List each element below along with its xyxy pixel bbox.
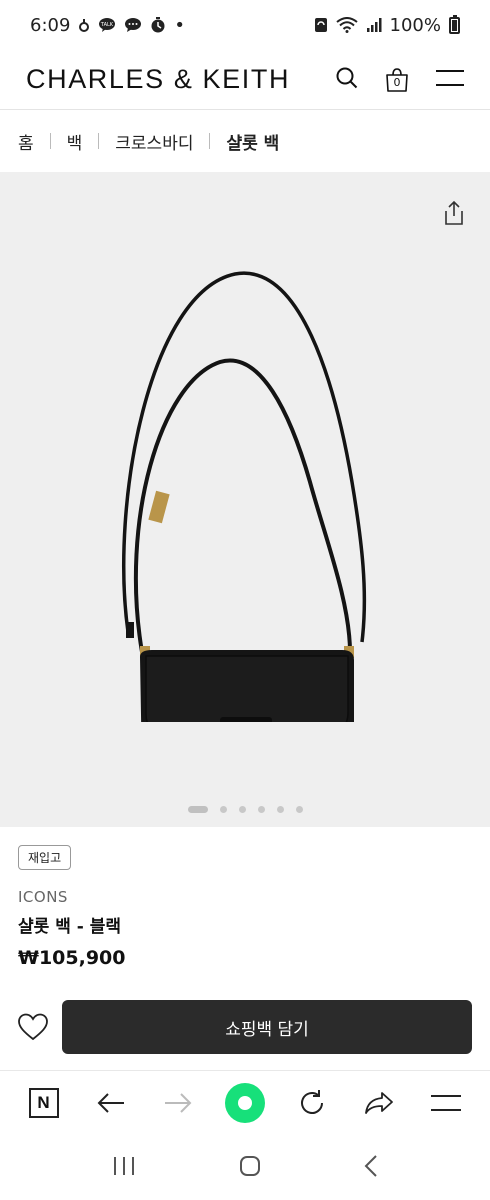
breadcrumb-current: 샬롯 백 <box>226 133 280 154</box>
breadcrumb: 홈 백 크로스바디 샬롯 백 <box>0 112 490 170</box>
gallery-dot[interactable] <box>219 806 227 813</box>
add-to-cart-button[interactable]: 쇼핑백 담기 <box>62 1000 472 1054</box>
heart-icon[interactable] <box>18 1012 48 1042</box>
menu-icon[interactable] <box>436 69 464 91</box>
timer-icon <box>150 17 166 33</box>
product-price: ₩105,900 <box>18 947 126 969</box>
menu-icon[interactable] <box>424 1081 468 1125</box>
cart-count: 0 <box>393 75 401 89</box>
gallery-dot-active[interactable] <box>187 806 208 813</box>
wifi-icon <box>335 17 358 33</box>
header-actions: 0 <box>336 67 464 93</box>
browser-toolbar: N <box>0 1070 490 1134</box>
status-right: 100% <box>314 14 460 36</box>
gallery-dot[interactable] <box>257 806 265 813</box>
battery-icon <box>449 14 460 34</box>
recents-icon[interactable] <box>112 1156 136 1180</box>
status-left: 6:09 TALK • <box>30 15 185 36</box>
product-image <box>122 271 367 722</box>
back-arrow-icon[interactable] <box>89 1081 133 1125</box>
reload-icon[interactable] <box>290 1081 334 1125</box>
breadcrumb-bags[interactable]: 백 <box>67 129 83 154</box>
breadcrumb-separator <box>49 133 51 149</box>
green-dot-icon[interactable] <box>223 1081 267 1125</box>
talk-icon: TALK <box>98 17 116 33</box>
share-arrow-icon[interactable] <box>357 1081 401 1125</box>
forward-arrow-icon[interactable] <box>156 1081 200 1125</box>
gallery-pagination <box>0 806 490 813</box>
status-time: 6:09 <box>30 14 71 36</box>
signal-icon <box>366 17 382 33</box>
brand-logo[interactable]: CHARLES & KEITH <box>26 64 290 95</box>
back-icon[interactable] <box>364 1155 378 1181</box>
status-dot: • <box>174 14 186 36</box>
naver-n-icon[interactable]: N <box>22 1081 66 1125</box>
green-home-button <box>224 1082 265 1123</box>
breadcrumb-crossbody[interactable]: 크로스바디 <box>115 129 193 154</box>
notification-icon <box>78 17 90 33</box>
product-collection: ICONS <box>18 888 68 906</box>
product-name: 샬롯 백 - 블랙 <box>18 917 122 937</box>
gallery-dot[interactable] <box>276 806 284 813</box>
system-navigation <box>0 1136 490 1200</box>
site-header: CHARLES & KEITH 0 <box>0 50 490 110</box>
gallery-dot[interactable] <box>295 806 303 813</box>
share-icon[interactable] <box>442 200 466 226</box>
sync-icon <box>314 17 328 33</box>
product-info: 재입고 ICONS 샬롯 백 - 블랙 ₩105,900 <box>18 845 472 969</box>
home-icon[interactable] <box>239 1155 261 1181</box>
restock-badge: 재입고 <box>18 845 72 870</box>
product-gallery[interactable] <box>0 172 490 827</box>
gallery-dot[interactable] <box>238 806 246 813</box>
breadcrumb-separator <box>209 133 211 149</box>
n-label: N <box>28 1087 59 1118</box>
chat-icon <box>124 17 142 33</box>
breadcrumb-home[interactable]: 홈 <box>18 129 34 154</box>
status-bar: 6:09 TALK • 100% <box>0 0 490 50</box>
shopping-bag-icon[interactable]: 0 <box>384 67 410 93</box>
talk-label: TALK <box>100 22 114 28</box>
action-row: 쇼핑백 담기 <box>18 1000 472 1054</box>
battery-percent: 100% <box>389 14 441 36</box>
search-icon[interactable] <box>336 67 358 93</box>
breadcrumb-separator <box>98 133 100 149</box>
